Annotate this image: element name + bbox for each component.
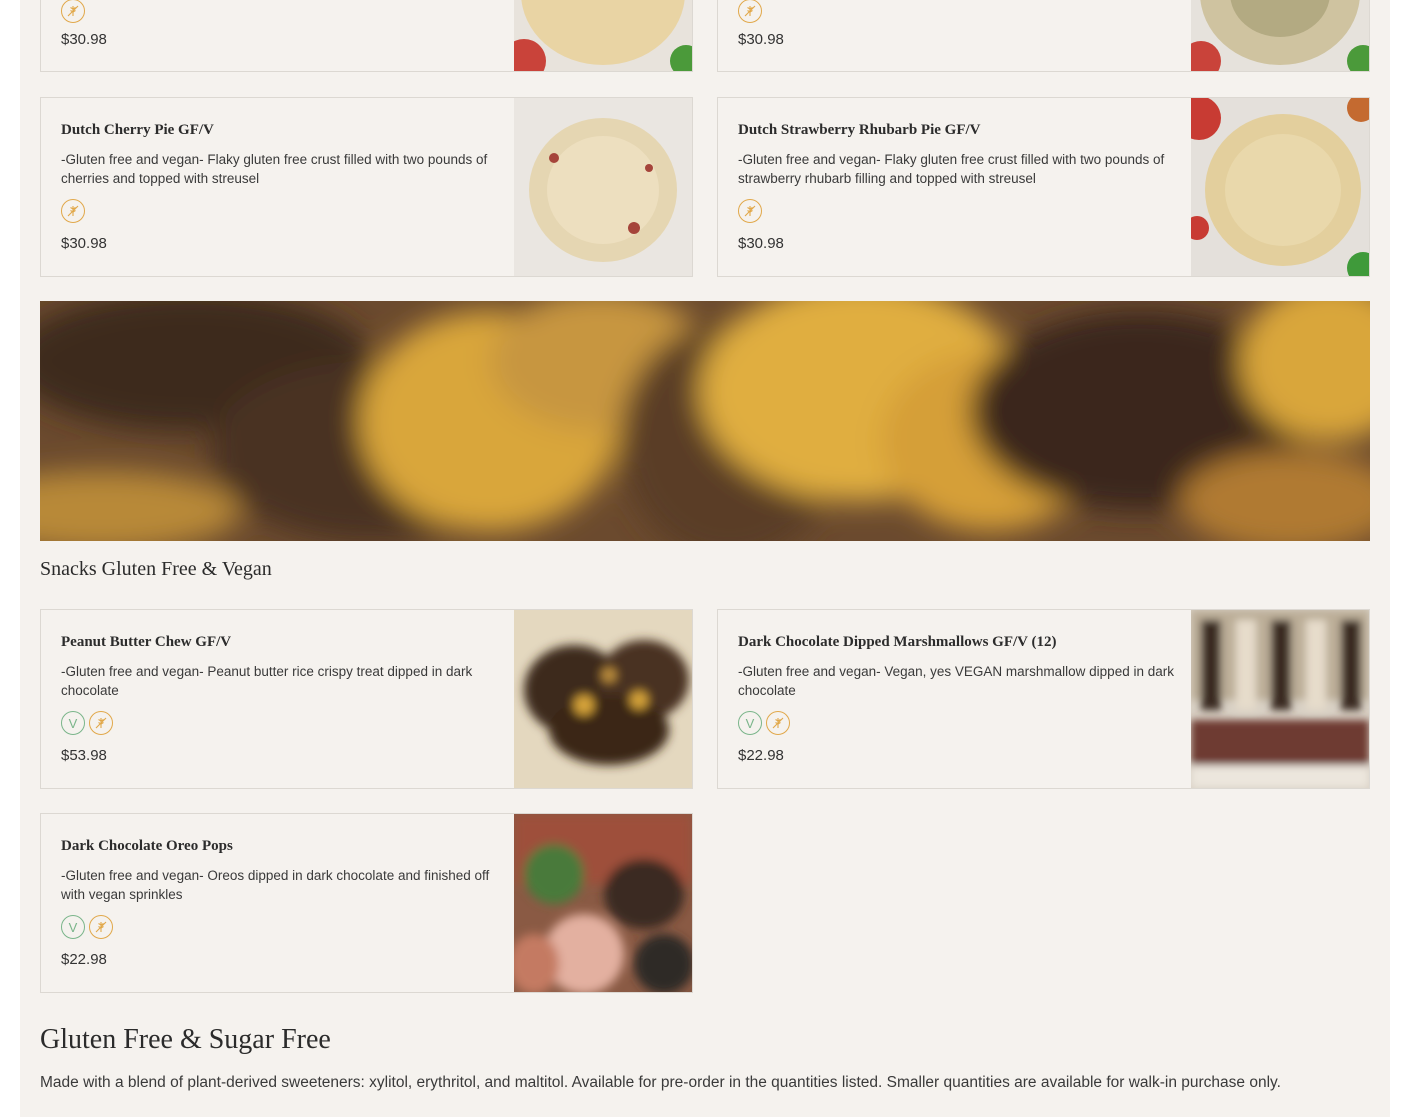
item-name: Peanut Butter Chew GF/V: [61, 634, 232, 650]
item-description: -Gluten free and vegan- Flaky gluten fre…: [738, 152, 1165, 186]
gluten-free-icon: [766, 711, 790, 735]
section-title-snacks: Snacks Gluten Free & Vegan: [40, 558, 272, 580]
gluten-free-icon: [738, 0, 762, 23]
section-banner-image: [40, 301, 1370, 541]
item-price: $53.98: [61, 747, 107, 764]
gluten-free-icon: [738, 199, 762, 223]
menu-item-card[interactable]: $30.98: [717, 0, 1370, 72]
item-name: Dark Chocolate Dipped Marshmallows GF/V …: [738, 634, 1057, 650]
vegan-icon: V: [61, 915, 85, 939]
item-photo: [1191, 0, 1369, 71]
item-price: $22.98: [61, 951, 107, 968]
item-photo: [514, 0, 692, 71]
menu-item-card[interactable]: Dutch Cherry Pie GF/V -Gluten free and v…: [40, 97, 693, 277]
item-photo: [514, 814, 692, 992]
item-name: Dutch Cherry Pie GF/V: [61, 122, 214, 138]
menu-item-card[interactable]: Dutch Strawberry Rhubarb Pie GF/V -Glute…: [717, 97, 1370, 277]
gluten-free-icon: [89, 711, 113, 735]
item-name: Dutch Strawberry Rhubarb Pie GF/V: [738, 122, 981, 138]
item-price: $22.98: [738, 747, 784, 764]
item-photo: [1191, 98, 1369, 276]
menu-page: $30.98 $30.98 Dutch Cherry Pie GF/V -Glu…: [20, 0, 1390, 1117]
item-photo: [514, 98, 692, 276]
item-description: -Gluten free and vegan- Flaky gluten fre…: [61, 152, 488, 186]
gluten-free-icon: [61, 199, 85, 223]
menu-item-card[interactable]: $30.98: [40, 0, 693, 72]
item-description: -Gluten free and vegan- Oreos dipped in …: [61, 868, 490, 902]
item-description: -Gluten free and vegan- Peanut butter ri…: [61, 664, 473, 698]
item-price: $30.98: [738, 31, 784, 48]
dietary-badges: [738, 0, 762, 23]
dietary-badges: V: [738, 711, 790, 735]
menu-item-card[interactable]: Dark Chocolate Oreo Pops -Gluten free an…: [40, 813, 693, 993]
item-name: Dark Chocolate Oreo Pops: [61, 838, 233, 854]
dietary-badges: [738, 199, 762, 223]
item-photo: [1191, 610, 1369, 788]
dietary-badges: V: [61, 915, 113, 939]
item-photo: [514, 610, 692, 788]
item-price: $30.98: [61, 235, 107, 252]
section-title-gluten-free-sugar-free: Gluten Free & Sugar Free: [40, 1024, 331, 1055]
dietary-badges: [61, 199, 85, 223]
menu-item-card[interactable]: Peanut Butter Chew GF/V -Gluten free and…: [40, 609, 693, 789]
gluten-free-icon: [89, 915, 113, 939]
vegan-icon: V: [738, 711, 762, 735]
section-description: Made with a blend of plant-derived sweet…: [40, 1074, 1281, 1091]
item-description: -Gluten free and vegan- Vegan, yes VEGAN…: [738, 664, 1174, 698]
gluten-free-icon: [61, 0, 85, 23]
menu-item-card[interactable]: Dark Chocolate Dipped Marshmallows GF/V …: [717, 609, 1370, 789]
item-price: $30.98: [738, 235, 784, 252]
dietary-badges: [61, 0, 85, 23]
item-price: $30.98: [61, 31, 107, 48]
vegan-icon: V: [61, 711, 85, 735]
dietary-badges: V: [61, 711, 113, 735]
